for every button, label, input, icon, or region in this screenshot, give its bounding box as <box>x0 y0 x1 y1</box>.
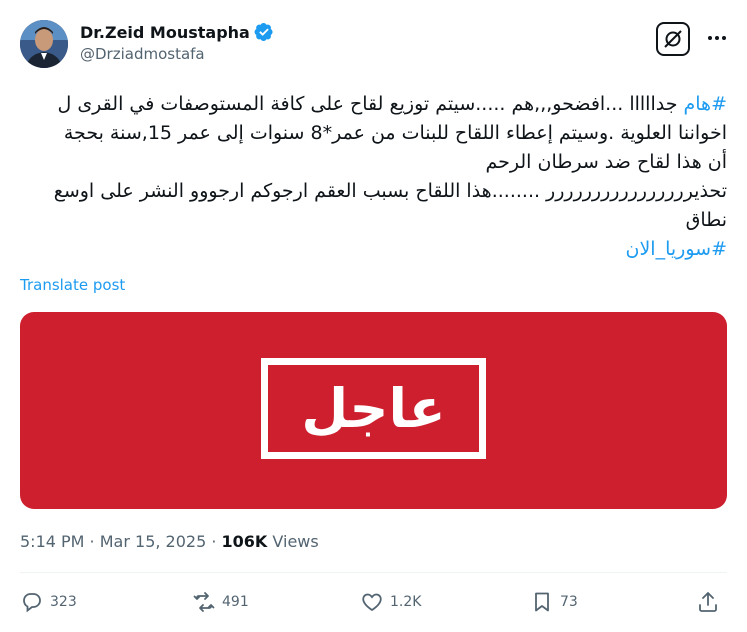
post-time[interactable]: 5:14 PM <box>20 532 84 551</box>
more-dot-icon <box>708 36 712 40</box>
like-button[interactable]: 1.2K <box>360 590 421 614</box>
more-dot-icon <box>722 36 726 40</box>
verified-badge-icon[interactable] <box>254 22 274 42</box>
share-icon <box>699 592 717 612</box>
post-line: أن هذا لقاح ضد سرطان الرحم <box>20 148 727 177</box>
post-line-text: نطاق <box>685 209 727 231</box>
hashtag-link[interactable]: #هام <box>684 93 728 115</box>
hashtag-link[interactable]: #سوريا_الان <box>626 238 727 260</box>
reply-icon <box>23 593 41 613</box>
meta-separator: · <box>84 532 100 551</box>
bookmark-count: 73 <box>560 594 578 610</box>
post-line: #هام جدااااا ...افضحو,,,هم .....سيتم توز… <box>20 90 727 119</box>
more-options-button[interactable] <box>705 28 729 48</box>
post-line: اخواننا العلوية .وسيتم إعطاء اللقاح للبن… <box>20 119 727 148</box>
post-line-text: تحذيرررررررررررررررر ........هذا اللقاح … <box>53 180 727 202</box>
post-date[interactable]: Mar 15, 2025 <box>100 532 207 551</box>
post-media-image[interactable]: عاجل <box>20 312 727 509</box>
repost-icon <box>193 592 215 612</box>
divider <box>20 572 727 573</box>
avatar-image <box>20 20 68 68</box>
bookmark-icon <box>535 592 549 612</box>
post-meta: 5:14 PM · Mar 15, 2025 · 106K Views <box>20 532 319 551</box>
grok-icon <box>664 30 682 48</box>
author-info: Dr.Zeid Moustapha @Drziadmostafa <box>80 22 274 63</box>
media-headline: عاجل <box>301 377 446 440</box>
post-text: #هام جدااااا ...افضحو,,,هم .....سيتم توز… <box>20 90 727 264</box>
post-line-text: اخواننا العلوية .وسيتم إعطاء اللقاح للبن… <box>63 122 727 144</box>
media-frame: عاجل <box>261 358 486 459</box>
grok-button[interactable] <box>656 22 690 56</box>
action-bar: 323 491 1.2K 73 <box>20 590 727 622</box>
reply-button[interactable]: 323 <box>20 590 77 614</box>
post-line-text: أن هذا لقاح ضد سرطان الرحم <box>485 151 727 173</box>
more-dot-icon <box>715 36 719 40</box>
repost-count: 491 <box>222 594 249 610</box>
translate-post-link[interactable]: Translate post <box>20 276 125 294</box>
author-handle[interactable]: @Drziadmostafa <box>80 45 274 63</box>
avatar[interactable] <box>20 20 68 68</box>
post-line: نطاق <box>20 206 727 235</box>
reply-count: 323 <box>50 594 77 610</box>
post-line: تحذيرررررررررررررررر ........هذا اللقاح … <box>20 177 727 206</box>
repost-button[interactable]: 491 <box>192 590 249 614</box>
post-line: #سوريا_الان <box>20 235 727 264</box>
views-count: 106K <box>221 532 268 551</box>
like-count: 1.2K <box>390 594 422 610</box>
author-display-name[interactable]: Dr.Zeid Moustapha <box>80 23 250 42</box>
post-line-text: جدااااا ...افضحو,,,هم .....سيتم توزيع لق… <box>57 93 684 115</box>
heart-icon <box>362 593 382 612</box>
meta-separator: · <box>206 532 222 551</box>
bookmark-button[interactable]: 73 <box>530 590 578 614</box>
share-button[interactable] <box>696 590 720 614</box>
views-label: Views <box>267 532 319 551</box>
